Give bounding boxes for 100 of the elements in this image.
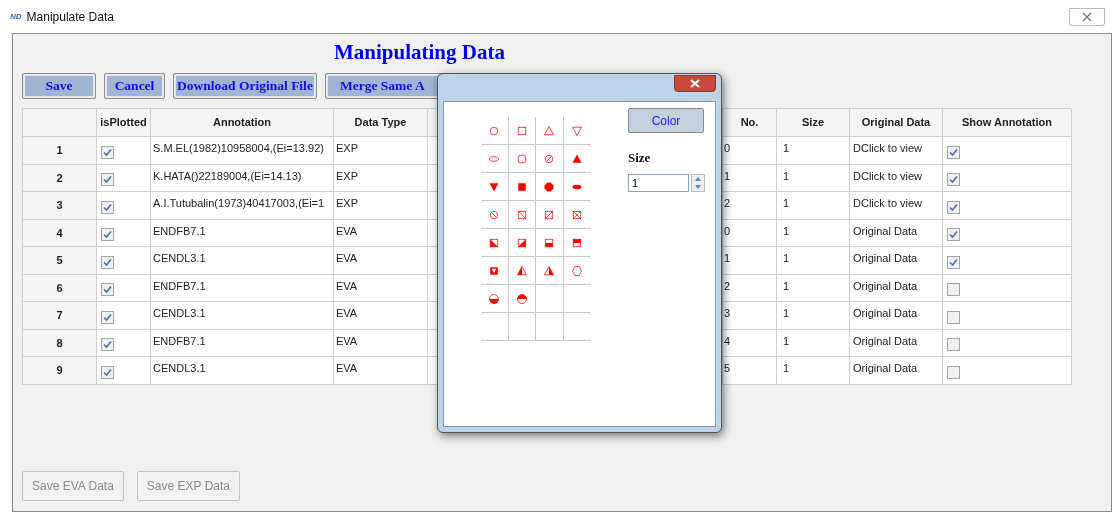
- table-cell: DClick to view: [853, 169, 923, 182]
- table-cell: EVA: [336, 224, 358, 237]
- table-cell: EVA: [336, 279, 358, 292]
- toolbar-button[interactable]: Cancel: [104, 73, 165, 99]
- table-cell: ENDFB7.1: [153, 334, 206, 347]
- marker-icon[interactable]: [488, 236, 501, 249]
- marker-icon[interactable]: [488, 292, 501, 305]
- table-cell: 1: [783, 334, 790, 347]
- marker-icon[interactable]: [571, 208, 584, 221]
- down-arrow-icon: [695, 184, 701, 189]
- marker-icon[interactable]: [543, 208, 556, 221]
- checkbox[interactable]: [947, 255, 960, 269]
- toolbar-button[interactable]: Save: [22, 73, 96, 99]
- column-header: Annotation: [212, 115, 271, 131]
- checkbox[interactable]: [947, 173, 960, 187]
- checkbox[interactable]: [947, 338, 960, 352]
- checkbox[interactable]: [947, 283, 960, 297]
- table-cell: EXP: [336, 142, 358, 154]
- row-number: 6: [56, 280, 63, 296]
- table-cell: Original Data: [853, 334, 918, 347]
- up-arrow-icon: [695, 176, 701, 181]
- checkbox[interactable]: [101, 365, 114, 379]
- marker-icon[interactable]: [515, 124, 528, 137]
- column-header: Original Data: [861, 115, 931, 131]
- row-number: 4: [56, 225, 63, 241]
- row-number: 1: [56, 143, 63, 158]
- marker-icon[interactable]: [571, 124, 584, 137]
- table-cell: CENDL3.1: [153, 252, 206, 264]
- marker-icon[interactable]: [543, 264, 556, 277]
- table-cell: A.I.Tutubalin(1973)40417003,(Ei=1: [153, 197, 325, 209]
- page-heading: Manipulating Data: [334, 39, 506, 66]
- table-cell: DClick to view: [853, 142, 923, 154]
- close-button[interactable]: [674, 75, 716, 92]
- app-logo: ND: [10, 10, 22, 23]
- checkbox[interactable]: [101, 283, 114, 297]
- table-cell: ENDFB7.1: [153, 224, 206, 237]
- column-header: Size: [802, 115, 824, 131]
- checkbox[interactable]: [101, 145, 114, 159]
- table-cell: 1: [783, 307, 790, 319]
- table-cell: 1: [783, 169, 790, 182]
- column-header: isPlotted: [100, 115, 147, 131]
- checkbox[interactable]: [947, 365, 960, 379]
- color-button[interactable]: Color: [628, 108, 704, 133]
- marker-icon[interactable]: [571, 264, 584, 277]
- checkbox[interactable]: [101, 173, 114, 187]
- marker-icon[interactable]: [543, 236, 556, 249]
- checkbox[interactable]: [101, 228, 114, 242]
- table-cell: 4: [724, 334, 731, 347]
- table-cell: 1: [783, 252, 790, 264]
- table-cell: EVA: [336, 307, 358, 319]
- size-label: Size: [628, 149, 651, 167]
- table-cell: 0: [724, 224, 731, 237]
- table-cell: 1: [783, 224, 790, 237]
- close-button[interactable]: [1069, 7, 1105, 26]
- table-cell: S.M.EL(1982)10958004,(Ei=13.92): [153, 142, 324, 154]
- marker-icon[interactable]: [515, 236, 528, 249]
- table-cell: CENDL3.1: [153, 307, 206, 319]
- marker-icon[interactable]: [571, 236, 584, 249]
- spin-buttons[interactable]: [691, 173, 705, 192]
- checkbox[interactable]: [101, 200, 114, 214]
- table-cell: Original Data: [853, 307, 918, 319]
- checkbox[interactable]: [101, 255, 114, 269]
- table-cell: Original Data: [853, 224, 918, 237]
- marker-icon[interactable]: [543, 152, 556, 165]
- checkbox[interactable]: [947, 145, 960, 159]
- marker-icon[interactable]: [488, 264, 501, 277]
- marker-icon[interactable]: [543, 124, 556, 137]
- checkbox[interactable]: [947, 310, 960, 324]
- table-cell: K.HATA()22189004,(Ei=14.13): [153, 169, 302, 182]
- table-cell: 1: [783, 279, 790, 292]
- checkbox[interactable]: [101, 338, 114, 352]
- table-cell: 1: [724, 169, 731, 182]
- table-cell: 3: [724, 307, 731, 319]
- table-cell: EVA: [336, 362, 358, 374]
- marker-icon[interactable]: [515, 208, 528, 221]
- table-cell: EXP: [336, 197, 358, 209]
- row-number: 2: [56, 170, 63, 186]
- size-field[interactable]: 1: [628, 173, 689, 192]
- grid-cell: [536, 313, 564, 341]
- marker-icon[interactable]: [488, 208, 501, 221]
- marker-icon[interactable]: [515, 292, 528, 305]
- table-cell: 1: [783, 142, 790, 154]
- checkbox[interactable]: [947, 200, 960, 214]
- marker-icon[interactable]: [515, 180, 528, 193]
- column-header: Data Type: [354, 115, 407, 131]
- checkbox[interactable]: [101, 310, 114, 324]
- row-number: 3: [56, 198, 63, 213]
- table-cell: Original Data: [853, 279, 918, 292]
- table-cell: CENDL3.1: [153, 362, 206, 374]
- row-number: 5: [56, 253, 63, 268]
- table-cell: Original Data: [853, 252, 918, 264]
- marker-icon[interactable]: [543, 180, 556, 193]
- column-header: Show Annotation: [962, 115, 1052, 131]
- checkbox[interactable]: [947, 228, 960, 242]
- marker-icon[interactable]: [515, 152, 528, 165]
- marker-icon[interactable]: [488, 124, 501, 137]
- toolbar-button[interactable]: Download Original File: [173, 73, 317, 99]
- table-cell: 0: [724, 142, 731, 154]
- marker-icon[interactable]: [515, 264, 528, 277]
- window-title: Manipulate Data: [26, 8, 114, 26]
